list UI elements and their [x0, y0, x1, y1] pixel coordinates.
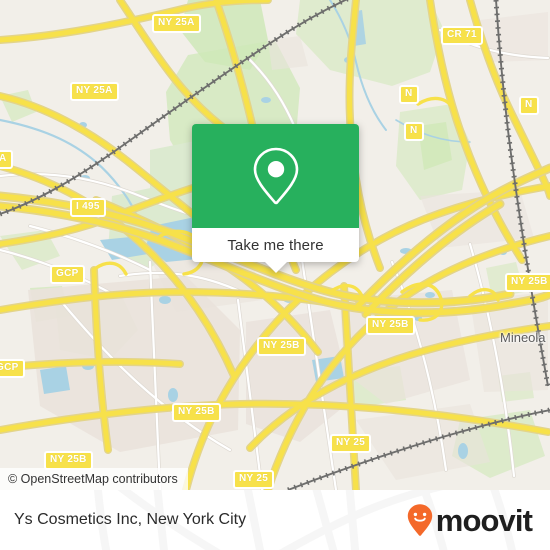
moovit-brand[interactable]: moovit: [406, 502, 533, 538]
highway-shield[interactable]: GCP: [0, 359, 25, 378]
map-canvas[interactable]: .rd { fill:none; stroke:#f7e14a; stroke-…: [0, 0, 550, 490]
highway-shield[interactable]: NY 25A: [70, 82, 119, 101]
highway-shield[interactable]: CR 71: [441, 26, 483, 45]
place-title: Ys Cosmetics Inc, New York City: [14, 511, 247, 528]
osm-attribution[interactable]: © OpenStreetMap contributors: [0, 468, 188, 490]
callout-pointer: [264, 262, 287, 273]
highway-shield[interactable]: A: [0, 150, 13, 169]
highway-shield[interactable]: NY 25B: [505, 273, 550, 292]
highway-shield[interactable]: NY 25A: [152, 14, 201, 33]
highway-shield[interactable]: GCP: [50, 265, 85, 284]
highway-shield[interactable]: NY 25B: [172, 403, 221, 422]
highway-shield[interactable]: NY 25B: [366, 316, 415, 335]
highway-shield[interactable]: NY 25B: [257, 337, 306, 356]
callout-header: [192, 124, 359, 228]
osm-attribution-text: © OpenStreetMap contributors: [8, 472, 178, 486]
highway-shield[interactable]: N: [404, 122, 424, 141]
moovit-smiley-pin-icon: [407, 504, 432, 536]
take-me-there-callout[interactable]: Take me there: [192, 124, 359, 273]
highway-shield[interactable]: N: [519, 96, 539, 115]
take-me-there-label: Take me there: [227, 236, 324, 254]
map-pin-icon: [253, 147, 298, 205]
moovit-wordmark: moovit: [435, 502, 533, 538]
moovit-place-page: .rd { fill:none; stroke:#f7e14a; stroke-…: [0, 0, 550, 550]
highway-shield[interactable]: N: [399, 85, 419, 104]
page-footer: Ys Cosmetics Inc, New York City moovit: [0, 490, 550, 550]
map-city-label: Mineola: [500, 330, 546, 345]
highway-shield[interactable]: NY 25: [330, 434, 372, 453]
highway-shield[interactable]: I 495: [70, 198, 106, 217]
highway-shield[interactable]: NY 25: [233, 470, 275, 489]
callout-footer[interactable]: Take me there: [192, 228, 359, 273]
